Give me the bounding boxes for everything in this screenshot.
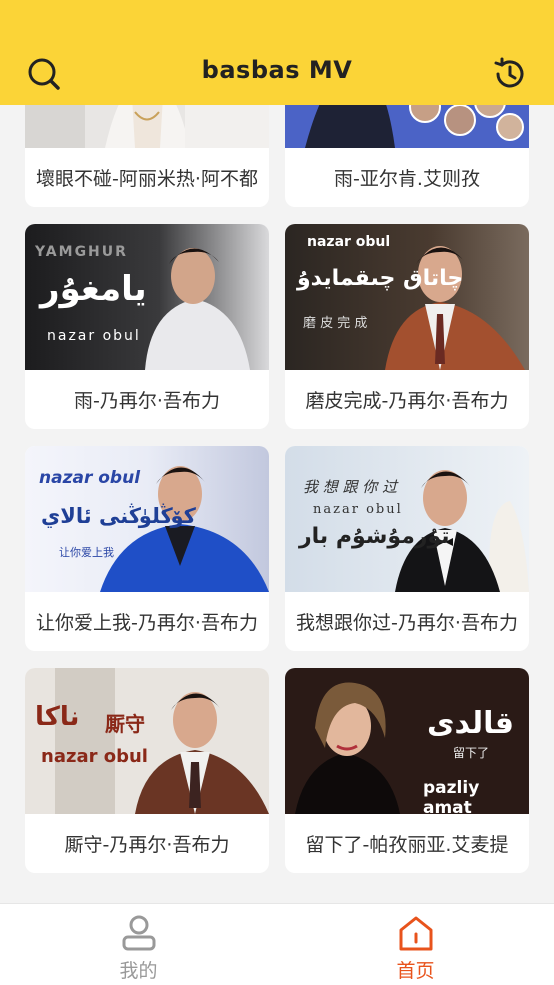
tab-label: 我的 bbox=[119, 960, 158, 982]
video-thumbnail: YAMGHUR يامغۇر nazar obul bbox=[25, 224, 269, 370]
thumb-text: nazar obul bbox=[47, 328, 141, 344]
thumb-text: nazar obul bbox=[307, 234, 391, 250]
thumb-text: 磨 皮 完 成 bbox=[303, 316, 368, 331]
video-card[interactable]: 我 想 跟 你 过 nazar obul تۇرمۇشۇم بار 我想跟你过-… bbox=[285, 446, 529, 651]
thumb-text: ناكا bbox=[35, 702, 80, 732]
tab-mine[interactable]: 我的 bbox=[0, 904, 277, 985]
thumb-text: nazar obul bbox=[41, 746, 148, 767]
thumb-text: YAMGHUR bbox=[35, 244, 128, 260]
video-card[interactable]: nazar obul چاتاق چىقمايدۇ 磨 皮 完 成 磨皮完成-乃… bbox=[285, 224, 529, 429]
video-card[interactable]: nazar obul كۆڭلۈڭنى ئالاي 让你爱上我 让你爱上我-乃再… bbox=[25, 446, 269, 651]
thumb-text: چاتاق چىقمايدۇ bbox=[297, 266, 464, 291]
video-card[interactable]: 壞眼不碰-阿丽米热·阿不都 bbox=[25, 105, 269, 207]
thumb-text: 留下了 bbox=[453, 746, 490, 760]
thumb-text: يامغۇر bbox=[40, 269, 147, 309]
thumb-text: تۇرمۇشۇم بار bbox=[299, 524, 450, 549]
video-card[interactable]: قالدى 留下了 pazliy amat 留下了-帕孜丽亚.艾麦提 bbox=[285, 668, 529, 873]
app-title: basbas MV bbox=[201, 56, 353, 84]
video-title: 雨-乃再尔·吾布力 bbox=[74, 390, 220, 412]
video-thumbnail: nazar obul چاتاق چىقمايدۇ 磨 皮 完 成 bbox=[285, 224, 529, 370]
video-list[interactable]: 壞眼不碰-阿丽米热·阿不都 雨-亚尔肯.艾则孜 YAMGHUR يامغۇر n… bbox=[0, 105, 554, 903]
video-card[interactable]: 雨-亚尔肯.艾则孜 bbox=[285, 105, 529, 207]
video-thumbnail bbox=[25, 105, 269, 148]
video-title: 壞眼不碰-阿丽米热·阿不都 bbox=[36, 168, 258, 190]
app-header: basbas MV bbox=[0, 0, 554, 105]
video-title: 留下了-帕孜丽亚.艾麦提 bbox=[305, 834, 509, 856]
video-title: 让你爱上我-乃再尔·吾布力 bbox=[36, 612, 258, 634]
thumb-text: nazar obul bbox=[39, 468, 141, 488]
video-card[interactable]: YAMGHUR يامغۇر nazar obul 雨-乃再尔·吾布力 bbox=[25, 224, 269, 429]
tab-home[interactable]: 首页 bbox=[277, 904, 554, 985]
bottom-tab-bar: 我的 首页 bbox=[0, 903, 554, 985]
video-thumbnail: ناكا 厮守 nazar obul bbox=[25, 668, 269, 814]
video-card[interactable]: ناكا 厮守 nazar obul 厮守-乃再尔·吾布力 bbox=[25, 668, 269, 873]
thumb-text: 我 想 跟 你 过 bbox=[303, 478, 398, 496]
thumb-text: pazliy amat bbox=[423, 778, 480, 814]
video-title: 磨皮完成-乃再尔·吾布力 bbox=[305, 390, 509, 412]
thumb-text: كۆڭلۈڭنى ئالاي bbox=[41, 504, 196, 528]
video-title: 我想跟你过-乃再尔·吾布力 bbox=[296, 612, 518, 634]
thumb-text: قالدى bbox=[427, 706, 514, 741]
video-thumbnail: قالدى 留下了 pazliy amat bbox=[285, 668, 529, 814]
thumb-text: 让你爱上我 bbox=[59, 546, 114, 559]
home-icon bbox=[399, 916, 432, 951]
thumb-text: 厮守 bbox=[105, 712, 145, 736]
user-icon bbox=[122, 915, 155, 951]
thumb-text: nazar obul bbox=[313, 502, 403, 517]
video-title: 厮守-乃再尔·吾布力 bbox=[64, 834, 230, 856]
video-thumbnail: 我 想 跟 你 过 nazar obul تۇرمۇشۇم بار bbox=[285, 446, 529, 592]
video-thumbnail: nazar obul كۆڭلۈڭنى ئالاي 让你爱上我 bbox=[25, 446, 269, 592]
video-thumbnail bbox=[285, 105, 529, 148]
tab-label: 首页 bbox=[396, 960, 435, 982]
video-title: 雨-亚尔肯.艾则孜 bbox=[334, 168, 480, 190]
history-icon[interactable] bbox=[492, 56, 528, 92]
